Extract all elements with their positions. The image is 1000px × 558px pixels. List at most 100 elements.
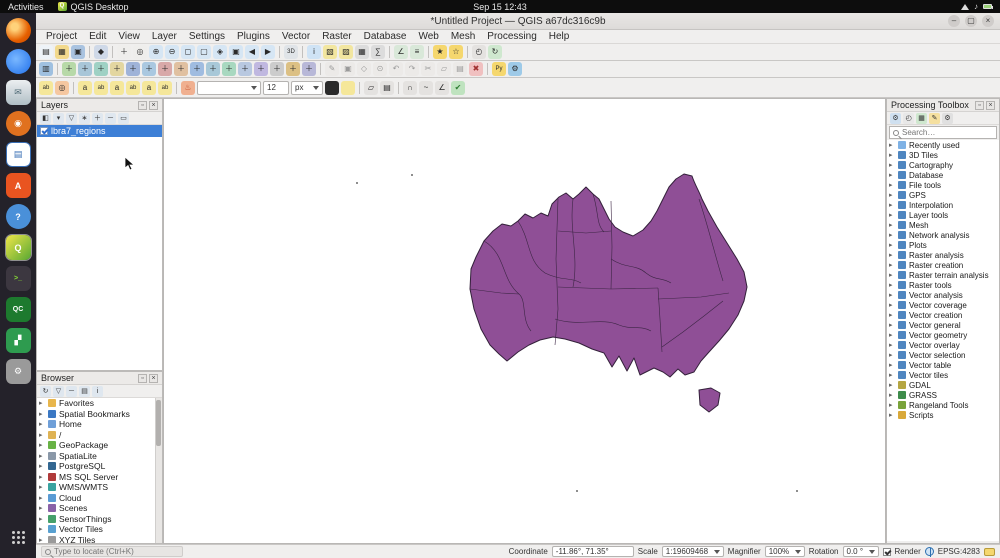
render-checkbox[interactable]: [883, 548, 891, 556]
new-3d-map-icon[interactable]: 3D: [284, 45, 298, 59]
zoom-last-icon[interactable]: ◀: [245, 45, 259, 59]
scrollbar-thumb[interactable]: [156, 400, 161, 446]
pin-unpin-labels-icon[interactable]: ab: [94, 81, 108, 95]
add-postgis-layer-icon[interactable]: ＋: [126, 62, 140, 76]
field-calculator-icon[interactable]: ∑: [371, 45, 385, 59]
locate-box[interactable]: [41, 546, 183, 557]
show-bookmarks-icon[interactable]: ☆: [449, 45, 463, 59]
check-geometry-icon[interactable]: ✔: [451, 81, 465, 95]
processing-group[interactable]: ▸ Vector general: [887, 320, 999, 330]
layers-panel-header[interactable]: Layers ▫×: [37, 99, 162, 112]
expand-arrow-icon[interactable]: ▸: [889, 291, 895, 299]
snapping-icon[interactable]: ∩: [403, 81, 417, 95]
add-spatialite-layer-icon[interactable]: ＋: [142, 62, 156, 76]
zoom-next-icon[interactable]: ▶: [261, 45, 275, 59]
menu-item[interactable]: Layer: [146, 31, 183, 42]
scale-combo[interactable]: 1:19609468: [662, 546, 724, 557]
processing-group[interactable]: ▸ Raster terrain analysis: [887, 270, 999, 280]
locate-input[interactable]: [54, 547, 179, 556]
expand-arrow-icon[interactable]: ▸: [889, 171, 895, 179]
menu-item[interactable]: Help: [543, 31, 576, 42]
add-oracle-layer-icon[interactable]: ＋: [174, 62, 188, 76]
open-project-icon[interactable]: ▦: [55, 45, 69, 59]
search-input[interactable]: [902, 128, 993, 137]
layer-visibility-checkbox[interactable]: [40, 127, 48, 135]
add-feature-icon[interactable]: ◇: [357, 62, 371, 76]
deselect-features-icon[interactable]: ▨: [339, 45, 353, 59]
expand-arrow-icon[interactable]: ▸: [889, 281, 895, 289]
add-xyz-layer-icon[interactable]: ＋: [270, 62, 284, 76]
add-vector-tile-layer-icon[interactable]: ＋: [254, 62, 268, 76]
expand-arrow-icon[interactable]: ▸: [889, 401, 895, 409]
qc-app-icon[interactable]: QC: [6, 297, 31, 322]
remove-layer-icon[interactable]: ▭: [118, 113, 129, 124]
browser-item[interactable]: ▸ Cloud: [37, 493, 162, 504]
menu-item[interactable]: Processing: [481, 31, 542, 42]
identify-features-icon[interactable]: i: [307, 45, 321, 59]
menu-item[interactable]: Vector: [276, 31, 316, 42]
expand-arrow-icon[interactable]: ▸: [39, 452, 45, 460]
pan-map-icon[interactable]: ＋: [117, 45, 131, 59]
activities-button[interactable]: Activities: [8, 2, 44, 12]
move-label-icon[interactable]: ab: [126, 81, 140, 95]
save-layer-edits-icon[interactable]: ▣: [341, 62, 355, 76]
manage-map-themes-icon[interactable]: ▾: [53, 113, 64, 124]
zoom-in-icon[interactable]: ⊕: [149, 45, 163, 59]
processing-group[interactable]: ▸ Raster analysis: [887, 250, 999, 260]
zoom-native-icon[interactable]: ◻: [181, 45, 195, 59]
add-raster-layer-icon[interactable]: ＋: [78, 62, 92, 76]
maximize-button[interactable]: ▢: [965, 15, 977, 27]
add-mesh-layer-icon[interactable]: ＋: [94, 62, 108, 76]
tracing-icon[interactable]: ~: [419, 81, 433, 95]
help-icon[interactable]: ?: [6, 204, 31, 229]
titlebar[interactable]: *Untitled Project — QGIS a67dc316c9b – ▢…: [36, 13, 1000, 30]
float-panel-button[interactable]: ▫: [138, 101, 147, 110]
browser-item[interactable]: ▸ /: [37, 430, 162, 441]
expand-arrow-icon[interactable]: ▸: [39, 473, 45, 481]
processing-group[interactable]: ▸ Vector analysis: [887, 290, 999, 300]
redo-icon[interactable]: ↷: [405, 62, 419, 76]
float-panel-button[interactable]: ▫: [138, 374, 147, 383]
expand-arrow-icon[interactable]: ▸: [889, 381, 895, 389]
expand-arrow-icon[interactable]: ▸: [889, 181, 895, 189]
results-viewer-icon[interactable]: ▦: [916, 113, 927, 124]
expand-arrow-icon[interactable]: ▸: [889, 321, 895, 329]
clock[interactable]: Sep 15 12:43: [473, 2, 527, 12]
browser-panel-header[interactable]: Browser ▫×: [37, 372, 162, 385]
menu-item[interactable]: Web: [412, 31, 444, 42]
add-arcgis-layer-icon[interactable]: ＋: [238, 62, 252, 76]
processing-group[interactable]: ▸ Interpolation: [887, 200, 999, 210]
terminal-icon[interactable]: >_: [6, 266, 31, 291]
advanced-digitizing-icon[interactable]: ∠: [435, 81, 449, 95]
flame-icon[interactable]: ♨: [181, 81, 195, 95]
font-size-field[interactable]: 12: [263, 81, 289, 95]
processing-group[interactable]: ▸ Vector geometry: [887, 330, 999, 340]
paste-features-icon[interactable]: ▤: [453, 62, 467, 76]
processing-group[interactable]: ▸ Mesh: [887, 220, 999, 230]
expand-arrow-icon[interactable]: ▸: [39, 462, 45, 470]
expand-arrow-icon[interactable]: ▸: [889, 411, 895, 419]
close-panel-button[interactable]: ×: [149, 101, 158, 110]
expand-arrow-icon[interactable]: ▸: [889, 331, 895, 339]
libreoffice-writer-icon[interactable]: ▤: [6, 142, 31, 167]
browser-item[interactable]: ▸ Home: [37, 419, 162, 430]
close-panel-button[interactable]: ×: [986, 101, 995, 110]
expand-arrow-icon[interactable]: ▸: [889, 341, 895, 349]
edit-in-place-icon[interactable]: ✎: [929, 113, 940, 124]
expand-arrow-icon[interactable]: ▸: [889, 351, 895, 359]
filter-legend-icon[interactable]: ▽: [66, 113, 77, 124]
expand-arrow-icon[interactable]: ▸: [889, 301, 895, 309]
browser-info-icon[interactable]: i: [92, 386, 103, 397]
zoom-to-layer-icon[interactable]: ▣: [229, 45, 243, 59]
qgis-icon[interactable]: Q: [6, 235, 31, 260]
python-console-icon[interactable]: Py: [492, 62, 506, 76]
history-icon[interactable]: ◴: [903, 113, 914, 124]
add-point-cloud-layer-icon[interactable]: ＋: [286, 62, 300, 76]
font-family-combo[interactable]: [197, 81, 261, 95]
filter-browser-icon[interactable]: ▽: [53, 386, 64, 397]
green-tool-icon[interactable]: ▞: [6, 328, 31, 353]
expand-arrow-icon[interactable]: ▸: [889, 391, 895, 399]
browser-item[interactable]: ▸ SensorThings: [37, 514, 162, 525]
refresh-browser-icon[interactable]: ↻: [40, 386, 51, 397]
processing-group[interactable]: ▸ Recently used: [887, 140, 999, 150]
